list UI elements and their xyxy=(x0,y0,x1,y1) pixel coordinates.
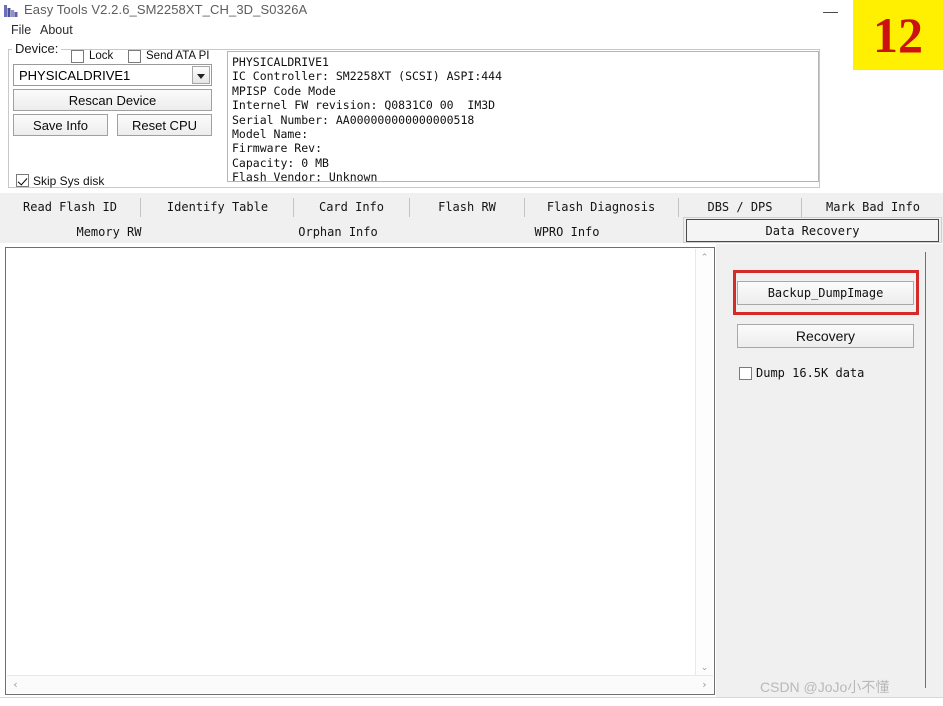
lock-checkbox-label: Lock xyxy=(89,50,114,62)
chevron-down-icon[interactable] xyxy=(192,66,210,84)
annotation-step-badge: 12 xyxy=(853,0,943,70)
device-info-text: PHYSICALDRIVE1 IC Controller: SM2258XT (… xyxy=(232,55,503,182)
watermark: CSDN @JoJo小不懂 xyxy=(760,679,890,695)
tab-data-recovery[interactable]: Data Recovery xyxy=(686,219,939,242)
tab-dbs-dps[interactable]: DBS / DPS xyxy=(688,195,792,219)
device-group-legend: Device: xyxy=(12,41,62,56)
device-select-value: PHYSICALDRIVE1 xyxy=(19,68,131,83)
skip-sys-disk-checkbox-label: Skip Sys disk xyxy=(33,174,105,188)
title-bar: Easy Tools V2.2.6_SM2258XT_CH_3D_S0326A xyxy=(0,0,943,22)
rescan-device-button[interactable]: Rescan Device xyxy=(13,89,212,111)
window-title: Easy Tools V2.2.6_SM2258XT_CH_3D_S0326A xyxy=(24,2,308,17)
recovery-button[interactable]: Recovery xyxy=(737,324,914,348)
tab-separator xyxy=(801,198,802,217)
scroll-right-icon[interactable]: › xyxy=(696,676,713,693)
tab-orphan-info[interactable]: Orphan Info xyxy=(272,220,404,244)
send-ata-pi-checkbox-label: Send ATA PI xyxy=(146,50,210,62)
app-icon xyxy=(3,3,19,19)
tab-separator xyxy=(409,198,410,217)
tab-memory-rw[interactable]: Memory RW xyxy=(47,220,171,244)
skip-sys-disk-checkbox[interactable] xyxy=(16,174,29,187)
lock-checkbox[interactable] xyxy=(71,50,84,63)
tab-wpro-info[interactable]: WPRO Info xyxy=(502,220,632,244)
tab-separator xyxy=(678,198,679,217)
annotation-step-number: 12 xyxy=(873,7,923,63)
dump-data-checkbox[interactable] xyxy=(739,367,752,380)
horizontal-scrollbar[interactable]: ‹ › xyxy=(7,675,713,693)
save-info-button[interactable]: Save Info xyxy=(13,114,108,136)
tab-separator xyxy=(293,198,294,217)
tab-mark-bad-info[interactable]: Mark Bad Info xyxy=(811,195,935,219)
device-select[interactable]: PHYSICALDRIVE1 xyxy=(13,64,212,86)
tab-separator xyxy=(140,198,141,217)
tab-flash-rw[interactable]: Flash RW xyxy=(419,195,515,219)
tab-identify-table[interactable]: Identify Table xyxy=(150,195,285,219)
backup-dumpimage-button[interactable]: Backup_DumpImage xyxy=(737,281,914,305)
dump-data-checkbox-label: Dump 16.5K data xyxy=(756,366,865,380)
tab-read-flash-id[interactable]: Read Flash ID xyxy=(8,195,132,219)
data-recovery-panel xyxy=(716,244,943,705)
tab-flash-diagnosis[interactable]: Flash Diagnosis xyxy=(534,195,668,219)
menu-item-about[interactable]: About xyxy=(36,22,77,38)
reset-cpu-button[interactable]: Reset CPU xyxy=(117,114,212,136)
send-ata-pi-checkbox[interactable] xyxy=(128,50,141,63)
scroll-up-icon[interactable]: ⌃ xyxy=(696,249,713,266)
tab-separator xyxy=(524,198,525,217)
panel-divider xyxy=(925,252,926,688)
minimize-icon xyxy=(823,12,838,13)
scroll-down-icon[interactable]: ⌄ xyxy=(696,659,713,676)
scroll-left-icon[interactable]: ‹ xyxy=(7,676,24,693)
tab-card-info[interactable]: Card Info xyxy=(303,195,400,219)
content-panel: ⌃ ⌄ ‹ › xyxy=(5,247,715,695)
vertical-scrollbar[interactable]: ⌃ ⌄ xyxy=(695,249,713,676)
device-info-panel: PHYSICALDRIVE1 IC Controller: SM2258XT (… xyxy=(227,51,819,182)
menu-bar: File About xyxy=(0,20,943,40)
menu-item-file[interactable]: File xyxy=(7,22,35,38)
